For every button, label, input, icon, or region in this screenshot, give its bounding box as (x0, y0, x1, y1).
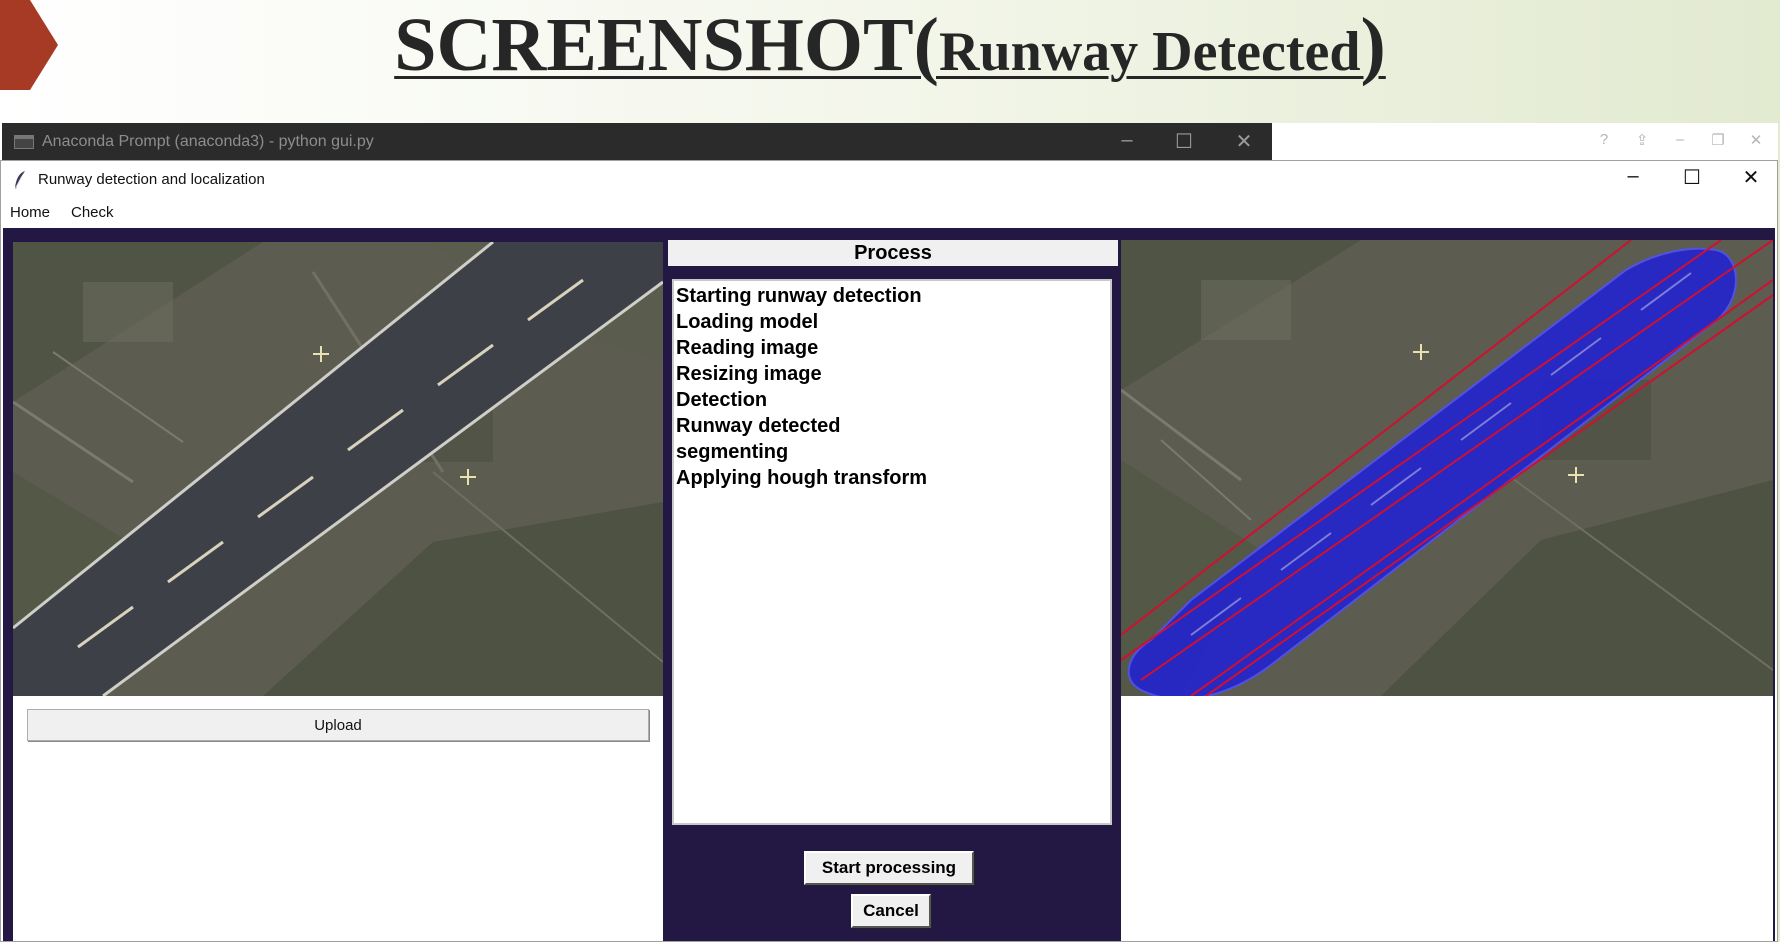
pin-icon[interactable]: ⇪ (1630, 131, 1654, 149)
log-line: Detection (676, 389, 768, 411)
menu-check[interactable]: Check (71, 204, 114, 221)
minimize-icon[interactable]: – (1668, 131, 1692, 148)
upload-button[interactable]: Upload (27, 709, 649, 741)
input-panel: Upload (13, 242, 663, 941)
slide-title-sub: Runway Detected (939, 21, 1361, 83)
window-title: Runway detection and localization (38, 171, 265, 188)
help-icon[interactable]: ? (1592, 131, 1616, 148)
slide-title-end: ) (1360, 3, 1386, 87)
log-line: Starting runway detection (676, 285, 922, 307)
log-line: Reading image (676, 337, 819, 359)
content-area: Upload Process Starting runway detection… (3, 228, 1775, 941)
console-minimize-button[interactable]: – (1112, 129, 1142, 152)
window-minimize-button[interactable]: – (1613, 165, 1653, 188)
output-image (1121, 240, 1773, 696)
help-toolbar: ? ⇪ – ❐ ✕ (1272, 123, 1778, 161)
console-titlebar[interactable]: Anaconda Prompt (anaconda3) - python gui… (2, 123, 1272, 160)
log-line: Resizing image (676, 363, 822, 385)
slide-title: SCREENSHOT(Runway Detected) (0, 2, 1780, 109)
restore-icon[interactable]: ❐ (1706, 131, 1730, 149)
app-window: Runway detection and localization – ☐ ✕ … (0, 160, 1778, 942)
process-panel: Process Starting runway detection Loadin… (668, 240, 1118, 941)
input-image (13, 242, 663, 696)
start-processing-button[interactable]: Start processing (804, 851, 974, 885)
console-close-button[interactable]: ✕ (1229, 129, 1259, 154)
window-close-button[interactable]: ✕ (1731, 165, 1771, 190)
window-titlebar[interactable]: Runway detection and localization – ☐ ✕ (1, 161, 1777, 199)
input-runway-image (13, 242, 663, 696)
process-label: Process (668, 240, 1118, 266)
slide-title-main: SCREENSHOT( (394, 3, 939, 87)
console-title: Anaconda Prompt (anaconda3) - python gui… (42, 133, 374, 150)
process-log[interactable]: Starting runway detection Loading model … (672, 279, 1112, 825)
terminal-icon (14, 135, 34, 149)
menu-bar: Home Check (1, 199, 1777, 227)
feather-icon (14, 171, 25, 190)
window-maximize-button[interactable]: ☐ (1672, 165, 1712, 190)
output-panel (1121, 240, 1773, 941)
log-line: Loading model (676, 311, 819, 333)
console-maximize-button[interactable]: ☐ (1169, 129, 1199, 154)
log-line: segmenting (676, 441, 789, 463)
log-line: Applying hough transform (676, 467, 928, 489)
cancel-button[interactable]: Cancel (851, 894, 931, 928)
log-line: Runway detected (676, 415, 841, 437)
menu-home[interactable]: Home (10, 204, 50, 221)
detected-runway-image (1121, 240, 1773, 696)
close-icon[interactable]: ✕ (1744, 131, 1768, 149)
